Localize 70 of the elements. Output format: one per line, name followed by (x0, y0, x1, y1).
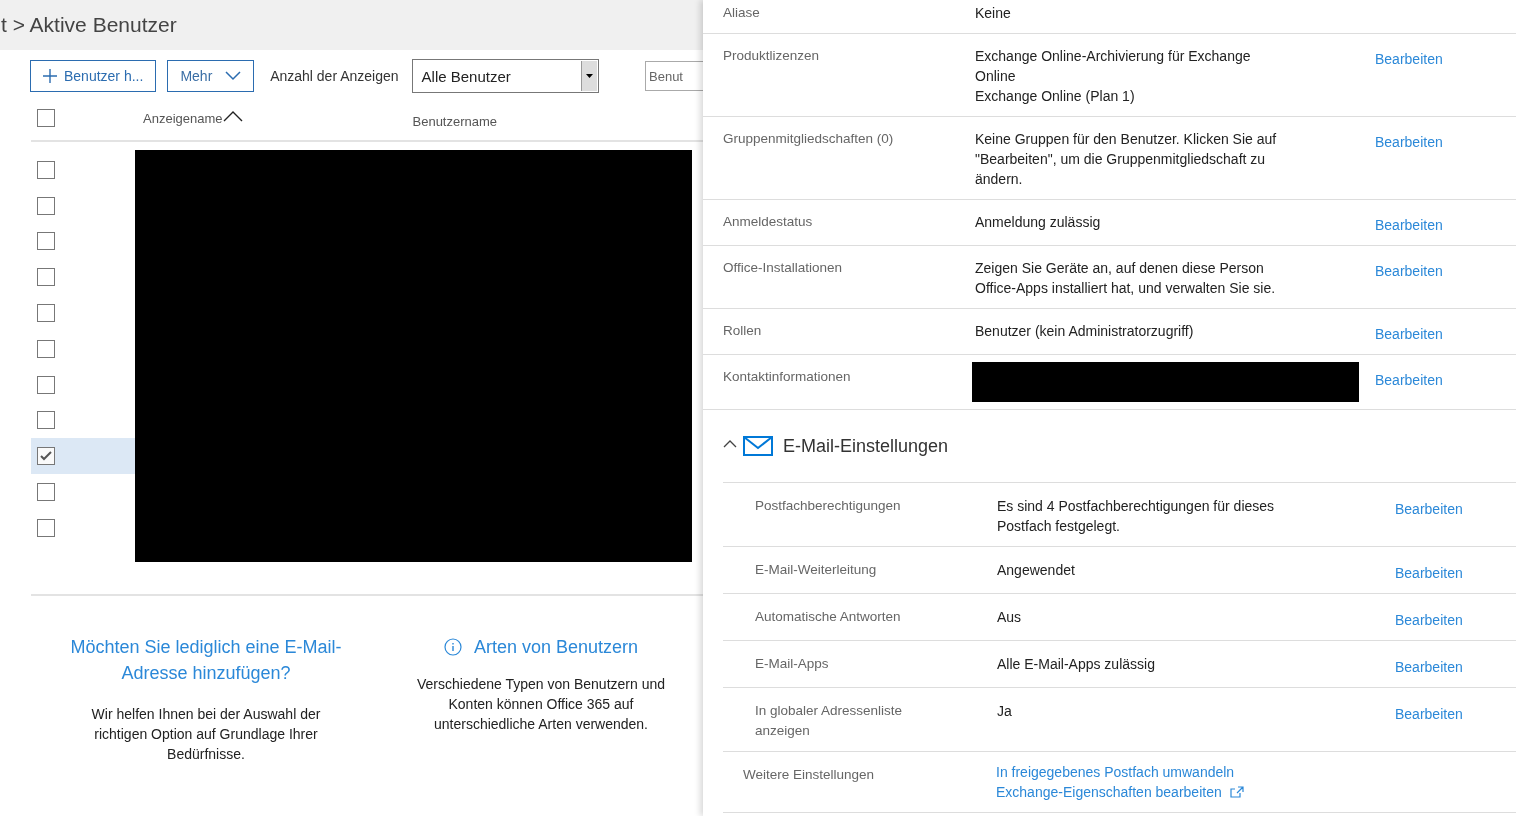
field-value: Aus (997, 608, 1023, 627)
select-all-checkbox[interactable] (37, 109, 55, 127)
row-checkbox[interactable] (37, 518, 55, 537)
mail-icon (743, 436, 773, 456)
view-dropdown[interactable]: Alle Benutzer (411, 59, 599, 93)
edit-link[interactable]: Bearbeiten (1395, 704, 1516, 724)
field-value: Ja (997, 702, 1013, 721)
edit-link[interactable]: Bearbeiten (1375, 261, 1516, 281)
settings-link[interactable]: Exchange-Eigenschaften bearbeiten (996, 782, 1222, 802)
sort-ascending-icon (222, 110, 243, 122)
more-button[interactable]: Mehr (167, 60, 255, 92)
field-label: Office-Installationen (723, 259, 844, 277)
edit-link[interactable]: Bearbeiten (1375, 132, 1516, 152)
edit-link[interactable]: Bearbeiten (1375, 49, 1516, 69)
row-checkbox[interactable] (37, 447, 55, 466)
field-label: Automatische Antworten (755, 608, 902, 626)
promo-text: Wir helfen Ihnen bei der Auswahl der richtigen Option auf Grundlage Ihrer Bedürfnisse. (90, 704, 322, 764)
row-checkbox[interactable] (37, 375, 55, 394)
add-user-button[interactable]: Benutzer h... (30, 60, 157, 92)
breadcrumb: t > Aktive Benutzer (1, 13, 177, 37)
row-checkbox[interactable] (37, 160, 55, 179)
row-checkbox[interactable] (37, 483, 55, 502)
column-header[interactable]: Benutzername (412, 113, 498, 129)
row-checkbox[interactable] (37, 196, 55, 215)
field-value: Zeigen Sie Geräte an, auf denen diese Person Office-Apps installiert hat, und verwalten Sie sie. (975, 259, 1277, 298)
edit-link[interactable]: Bearbeiten (1375, 370, 1516, 390)
field-label: In globaler Adressenliste anzeigen (755, 702, 904, 740)
row-checkbox[interactable] (37, 339, 55, 358)
edit-link[interactable]: Bearbeiten (1375, 324, 1516, 344)
field-label: Postfachberechtigungen (755, 497, 902, 515)
chevron-up-icon[interactable] (723, 438, 737, 448)
info-icon (443, 637, 462, 656)
field-value: Benutzer (kein Administratorzugriff) (975, 322, 1195, 341)
plus-icon (43, 69, 57, 83)
promo-link[interactable]: Möchten Sie lediglich eine E-Mail-Adresse hinzufügen? (61, 633, 351, 686)
chevron-down-icon (225, 71, 242, 81)
field-label: Aliase (723, 4, 761, 22)
field-label: Produktlizenzen (723, 47, 821, 65)
field-value: Alle E-Mail-Apps zulässig (997, 655, 1156, 674)
row-checkbox[interactable] (37, 304, 55, 323)
promo-link[interactable]: Arten von Benutzern (473, 633, 639, 660)
edit-link[interactable]: Bearbeiten (1395, 563, 1516, 583)
field-label: Rollen (723, 322, 763, 340)
row-checkbox[interactable] (37, 411, 55, 430)
field-label: Weitere Einstellungen (743, 766, 876, 784)
field-value: Anmeldung zulässig (975, 213, 1102, 232)
promo-text: Verschiedene Typen von Benutzern und Konten können Office 365 auf unterschiedliche Arten verwenden. (415, 674, 666, 734)
field-value: Exchange Online-Archivierung für Exchange Online (975, 47, 1252, 86)
row-checkbox[interactable] (37, 232, 55, 251)
field-label: E-Mail-Apps (755, 655, 830, 673)
section-title: E-Mail-Einstellungen (783, 435, 949, 457)
search-field[interactable]: Benut (645, 61, 703, 91)
field-value: Keine (975, 4, 1012, 23)
edit-link[interactable]: Bearbeiten (1395, 499, 1516, 519)
column-header[interactable]: Anzeigename (143, 110, 223, 126)
field-label: E-Mail-Weiterleitung (755, 561, 878, 579)
edit-link[interactable]: Bearbeiten (1395, 657, 1516, 677)
edit-link[interactable]: Bearbeiten (1395, 610, 1516, 630)
edit-link[interactable]: Bearbeiten (1375, 215, 1516, 235)
field-label: Anmeldestatus (723, 213, 814, 231)
view-label: Anzahl der Anzeigen (270, 68, 399, 84)
row-checkbox[interactable] (37, 268, 55, 287)
field-value: Exchange Online (Plan 1) (975, 87, 1136, 106)
field-value: Angewendet (997, 561, 1076, 580)
table-row[interactable] (31, 438, 135, 475)
field-label: Gruppenmitgliedschaften (0) (723, 130, 895, 148)
field-value: Es sind 4 Postfachberechtigungen für dieses Postfach festgelegt. (997, 497, 1276, 536)
field-label: Kontaktinformationen (723, 368, 852, 386)
field-value: Keine Gruppen für den Benutzer. Klicken Sie auf "Bearbeiten", um die Gruppenmitgliedschaft zu ändern. (975, 130, 1278, 189)
settings-link[interactable]: In freigegebenes Postfach umwandeln (996, 762, 1235, 782)
